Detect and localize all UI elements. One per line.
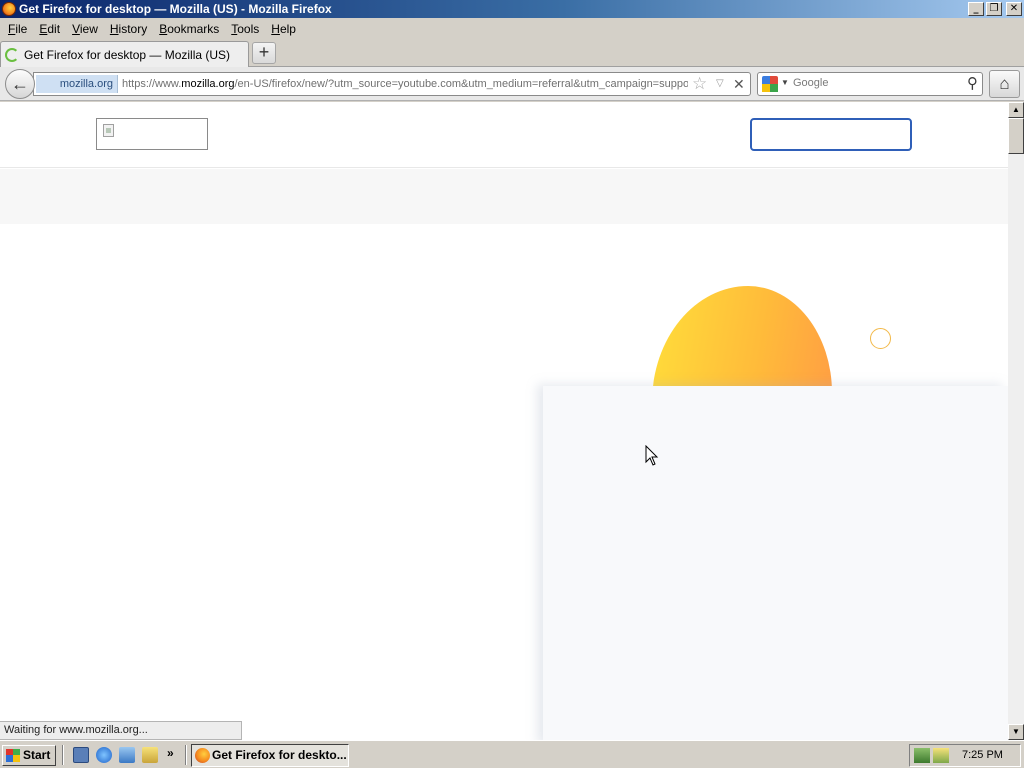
restore-button[interactable]: ❐ bbox=[986, 2, 1002, 16]
internet-explorer-icon[interactable] bbox=[96, 747, 112, 763]
taskbar-separator bbox=[185, 745, 187, 765]
menu-bar: File Edit View History Bookmarks Tools H… bbox=[0, 18, 1024, 39]
taskbar: Start » Get Firefox for deskto... 7:25 P… bbox=[0, 740, 1024, 768]
window-controls: _ ❐ ✕ bbox=[968, 2, 1022, 16]
url-text[interactable]: https://www.mozilla.org/en-US/firefox/ne… bbox=[122, 76, 688, 92]
clock[interactable]: 7:25 PM bbox=[962, 745, 1003, 766]
taskbar-separator bbox=[62, 745, 64, 765]
site-identity-button[interactable]: mozilla.org bbox=[36, 75, 118, 93]
stop-icon[interactable]: ✕ bbox=[733, 74, 745, 94]
site-header bbox=[0, 102, 1008, 168]
minimize-button[interactable]: _ bbox=[968, 2, 984, 16]
url-bar[interactable]: mozilla.org https://www.mozilla.org/en-U… bbox=[33, 72, 751, 96]
bookmark-star-icon[interactable]: ☆ bbox=[692, 75, 707, 93]
site-logo[interactable] bbox=[96, 118, 208, 150]
home-button[interactable]: ⌂ bbox=[989, 70, 1020, 98]
tab-label: Get Firefox for desktop — Mozilla (US) bbox=[24, 47, 231, 62]
history-dropdown-icon[interactable]: ▽ bbox=[716, 76, 724, 92]
menu-edit[interactable]: Edit bbox=[33, 20, 66, 38]
loading-spinner-icon bbox=[5, 47, 19, 62]
search-bar[interactable]: ▼ Google ⚲ bbox=[757, 72, 983, 96]
start-button[interactable]: Start bbox=[2, 745, 56, 766]
broken-image-icon bbox=[103, 124, 114, 137]
tab-active[interactable]: Get Firefox for desktop — Mozilla (US) bbox=[0, 41, 249, 67]
search-files-icon[interactable] bbox=[142, 747, 158, 763]
hero-panel bbox=[543, 386, 1008, 740]
navigation-toolbar: mozilla.org https://www.mozilla.org/en-U… bbox=[0, 67, 1024, 101]
back-button[interactable]: ← bbox=[5, 69, 35, 99]
menu-history[interactable]: History bbox=[104, 20, 153, 38]
taskbar-item-firefox[interactable]: Get Firefox for deskto... bbox=[191, 744, 349, 767]
windows-logo-icon bbox=[6, 749, 20, 762]
scroll-up-button[interactable]: ▲ bbox=[1008, 102, 1024, 118]
new-tab-button[interactable]: + bbox=[252, 42, 276, 64]
decorative-ring bbox=[870, 328, 891, 349]
close-button[interactable]: ✕ bbox=[1006, 2, 1022, 16]
window-title: Get Firefox for desktop — Mozilla (US) -… bbox=[19, 2, 332, 16]
search-engine-icon[interactable] bbox=[762, 76, 778, 92]
search-engine-dropdown-icon[interactable]: ▼ bbox=[781, 78, 789, 87]
system-tray: 7:25 PM bbox=[909, 744, 1021, 767]
menu-view[interactable]: View bbox=[66, 20, 104, 38]
firefox-icon bbox=[195, 748, 210, 763]
menu-file[interactable]: File bbox=[2, 20, 33, 38]
firefox-icon bbox=[2, 2, 16, 16]
banner-band bbox=[0, 169, 1008, 224]
start-label: Start bbox=[23, 748, 51, 762]
search-icon[interactable]: ⚲ bbox=[967, 74, 978, 92]
taskbar-item-label: Get Firefox for deskto... bbox=[212, 748, 347, 762]
vertical-scrollbar[interactable]: ▲ ▼ bbox=[1008, 102, 1024, 740]
status-bar: Waiting for www.mozilla.org... bbox=[0, 721, 242, 740]
scroll-down-button[interactable]: ▼ bbox=[1008, 724, 1024, 740]
title-bar: Get Firefox for desktop — Mozilla (US) -… bbox=[0, 0, 1024, 18]
show-desktop-icon[interactable] bbox=[73, 747, 89, 763]
outlook-express-icon[interactable] bbox=[119, 747, 135, 763]
menu-help[interactable]: Help bbox=[265, 20, 302, 38]
quicklaunch-chevron-icon[interactable]: » bbox=[167, 746, 174, 760]
security-icon[interactable] bbox=[933, 748, 949, 763]
network-icon[interactable] bbox=[914, 748, 930, 763]
page-content bbox=[0, 102, 1008, 740]
tab-strip: Get Firefox for desktop — Mozilla (US) + bbox=[0, 39, 1024, 67]
mouse-cursor-icon bbox=[645, 445, 659, 466]
scroll-thumb[interactable] bbox=[1008, 118, 1024, 154]
menu-bookmarks[interactable]: Bookmarks bbox=[153, 20, 225, 38]
menu-tools[interactable]: Tools bbox=[225, 20, 265, 38]
download-button[interactable] bbox=[750, 118, 912, 151]
search-input[interactable]: Google bbox=[793, 77, 828, 89]
